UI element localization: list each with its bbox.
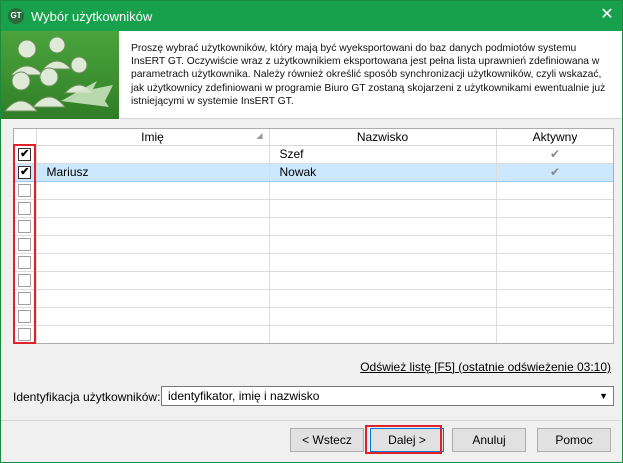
last-name-cell[interactable] xyxy=(269,325,497,343)
row-checkbox-cell[interactable]: ✔ xyxy=(14,162,37,182)
row-checkbox-cell[interactable] xyxy=(14,307,37,326)
row-checkbox[interactable] xyxy=(18,238,32,252)
row-checkbox-cell[interactable] xyxy=(14,253,37,272)
help-button[interactable]: Pomoc xyxy=(537,428,611,452)
active-check-icon: ✔ xyxy=(549,147,561,161)
identification-select[interactable]: identyfikator, imię i nazwisko ▼ xyxy=(161,386,614,406)
last-name-cell[interactable] xyxy=(269,217,497,236)
row-checkbox[interactable] xyxy=(18,328,32,342)
column-header-label: Imię xyxy=(141,129,164,144)
first-name-cell[interactable] xyxy=(36,325,270,343)
dialog-window: GT Wybór użytkowników ✕ Proszę wybrać uż… xyxy=(0,0,623,463)
row-checkbox[interactable] xyxy=(18,256,32,270)
row-checkbox[interactable]: ✔ xyxy=(18,166,32,180)
table-row[interactable] xyxy=(14,289,613,308)
active-cell[interactable] xyxy=(496,217,613,236)
row-checkbox-cell[interactable] xyxy=(14,289,37,308)
active-cell[interactable] xyxy=(496,199,613,218)
last-name-cell[interactable] xyxy=(269,253,497,272)
row-checkbox-cell[interactable] xyxy=(14,325,37,343)
cancel-button[interactable]: Anuluj xyxy=(452,428,526,452)
active-cell[interactable] xyxy=(496,181,613,200)
row-checkbox-cell[interactable] xyxy=(14,181,37,200)
refresh-link-text[interactable]: Odśwież listę [F5] xyxy=(360,360,455,374)
first-name-cell[interactable] xyxy=(36,145,270,164)
last-name-cell[interactable] xyxy=(269,199,497,218)
identification-label: Identyfikacja użytkowników: xyxy=(13,390,161,404)
last-name-cell[interactable] xyxy=(269,271,497,290)
row-checkbox[interactable] xyxy=(18,220,32,234)
table-row[interactable] xyxy=(14,325,613,343)
row-checkbox[interactable]: ✔ xyxy=(18,148,32,162)
row-checkbox[interactable] xyxy=(18,202,32,216)
intro-text: Proszę wybrać użytkowników, który mają b… xyxy=(131,43,606,107)
active-cell[interactable] xyxy=(496,307,613,326)
last-name-cell[interactable]: Nowak xyxy=(269,162,497,182)
table-row[interactable]: ✔ Szef ✔ xyxy=(14,145,613,164)
app-icon: GT xyxy=(8,8,24,24)
row-checkbox-cell[interactable] xyxy=(14,271,37,290)
table-row[interactable]: ✔ Mariusz Nowak ✔ xyxy=(14,162,613,182)
close-icon[interactable]: ✕ xyxy=(592,1,622,31)
sort-indicator-icon: ◢ xyxy=(256,131,263,140)
grid-header-row: Imię ◢ Nazwisko Aktywny xyxy=(14,129,613,146)
title-bar[interactable]: GT Wybór użytkowników ✕ xyxy=(1,1,622,31)
first-name-cell[interactable] xyxy=(36,271,270,290)
last-name-cell[interactable] xyxy=(269,307,497,326)
first-name-cell[interactable] xyxy=(36,289,270,308)
active-cell[interactable]: ✔ xyxy=(496,162,613,182)
row-checkbox[interactable] xyxy=(18,274,32,288)
active-cell[interactable] xyxy=(496,325,613,343)
first-name-cell[interactable] xyxy=(36,307,270,326)
identification-value: identyfikator, imię i nazwisko xyxy=(168,389,320,403)
users-grid[interactable]: Imię ◢ Nazwisko Aktywny ✔ Szef ✔ ✔ Mariusz Now… xyxy=(13,128,614,344)
table-row[interactable] xyxy=(14,199,613,218)
active-cell[interactable] xyxy=(496,271,613,290)
first-name-cell[interactable] xyxy=(36,253,270,272)
table-row[interactable] xyxy=(14,181,613,200)
grid-body: ✔ Szef ✔ ✔ Mariusz Nowak ✔ xyxy=(14,145,613,343)
last-name-cell[interactable] xyxy=(269,289,497,308)
row-checkbox[interactable] xyxy=(18,310,32,324)
table-row[interactable] xyxy=(14,217,613,236)
first-name-cell[interactable] xyxy=(36,235,270,254)
last-refresh-text: (ostatnie odświeżenie 03:10) xyxy=(454,360,611,374)
first-name-cell[interactable] xyxy=(36,181,270,200)
row-checkbox-cell[interactable]: ✔ xyxy=(14,145,37,164)
dropdown-arrow-icon[interactable]: ▼ xyxy=(599,391,608,401)
row-checkbox-cell[interactable] xyxy=(14,199,37,218)
column-header-last-name[interactable]: Nazwisko xyxy=(269,129,497,146)
column-header-active[interactable]: Aktywny xyxy=(496,129,613,146)
active-cell[interactable] xyxy=(496,289,613,308)
column-header-first-name[interactable]: Imię ◢ xyxy=(36,129,270,146)
active-cell[interactable]: ✔ xyxy=(496,145,613,164)
header-pane: Proszę wybrać użytkowników, który mają b… xyxy=(1,31,622,119)
first-name-cell[interactable]: Mariusz xyxy=(36,162,270,182)
users-banner-image xyxy=(1,31,119,119)
window-title: Wybór użytkowników xyxy=(31,9,153,24)
column-header-check[interactable] xyxy=(14,129,37,146)
last-name-cell[interactable] xyxy=(269,181,497,200)
row-checkbox-cell[interactable] xyxy=(14,235,37,254)
active-check-icon: ✔ xyxy=(549,165,561,179)
last-name-cell[interactable]: Szef xyxy=(269,145,497,164)
row-checkbox-cell[interactable] xyxy=(14,217,37,236)
row-checkbox[interactable] xyxy=(18,184,32,198)
refresh-list-link[interactable]: Odśwież listę [F5] (ostatnie odświeżenie… xyxy=(360,360,611,374)
next-button[interactable]: Dalej > xyxy=(370,428,444,452)
active-cell[interactable] xyxy=(496,253,613,272)
table-row[interactable] xyxy=(14,307,613,326)
active-cell[interactable] xyxy=(496,235,613,254)
table-row[interactable] xyxy=(14,253,613,272)
last-name-cell[interactable] xyxy=(269,235,497,254)
first-name-cell[interactable] xyxy=(36,217,270,236)
table-row[interactable] xyxy=(14,271,613,290)
table-row[interactable] xyxy=(14,235,613,254)
row-checkbox[interactable] xyxy=(18,292,32,306)
first-name-cell[interactable] xyxy=(36,199,270,218)
back-button[interactable]: < Wstecz xyxy=(290,428,364,452)
